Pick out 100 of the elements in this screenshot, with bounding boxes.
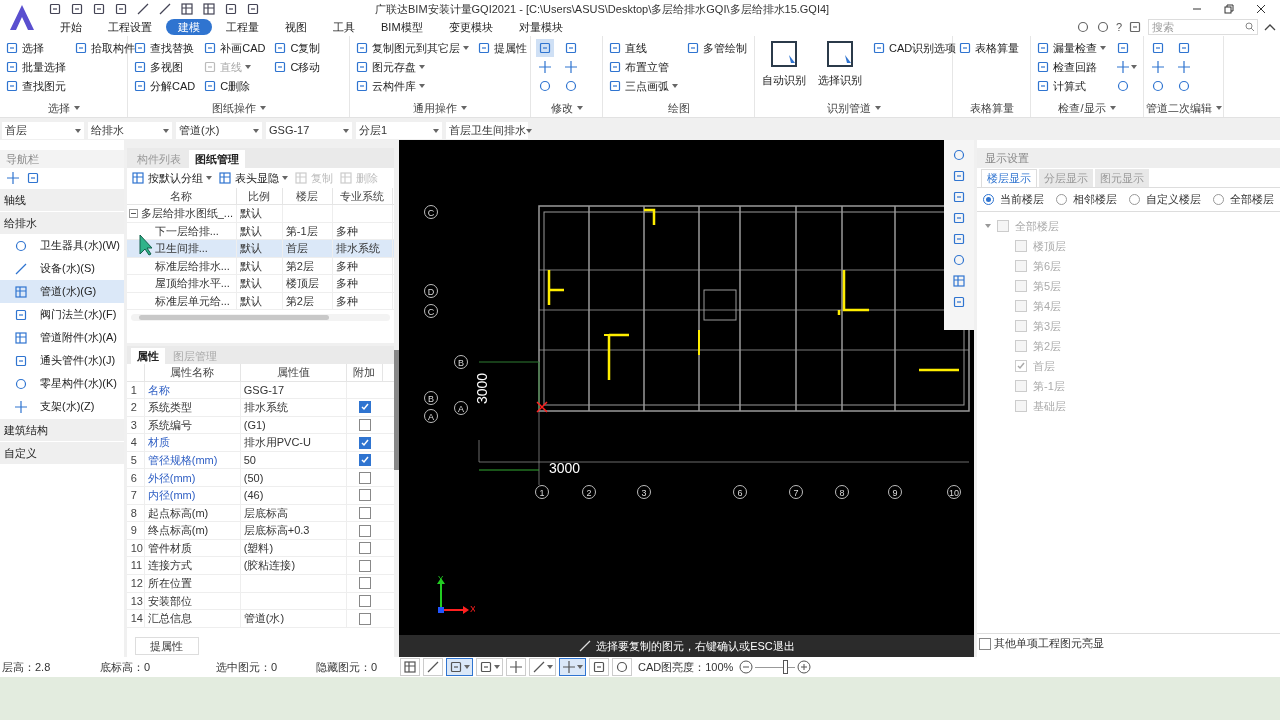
ribbon-button[interactable]: 图元存盘 [355,58,469,76]
ribbon-button[interactable]: 复制图元到其它层 [355,39,469,57]
nav-section[interactable]: 建筑结构 [0,419,124,441]
ribbon-button[interactable]: 批量选择 [5,58,66,76]
ribbon-button[interactable]: 计算式 [1036,77,1106,95]
ribbon-button[interactable]: 云构件库 [355,77,469,95]
menu-tab[interactable]: 开始 [48,19,94,35]
radio-button[interactable] [1129,194,1140,205]
view-tool-button[interactable] [559,658,586,676]
extract-button[interactable]: 提属性 [134,637,199,655]
checkbox[interactable] [358,524,371,537]
tool-button[interactable] [536,39,554,57]
view-tool-button[interactable] [529,658,556,676]
view-tool-button[interactable] [400,658,420,676]
nav-item[interactable]: 零星构件(水)(K) [0,372,124,395]
tool-button[interactable] [1114,58,1139,76]
horizontal-scrollbar[interactable] [130,314,391,321]
nav-section[interactable]: 轴线 [0,189,124,211]
menu-tab[interactable]: 对量模块 [506,19,575,35]
nav-item[interactable]: 卫生器具(水)(W) [0,234,124,257]
ribbon-button[interactable]: 分解CAD [133,77,196,95]
expand-icon[interactable] [985,223,991,229]
dropdown-field[interactable]: GSG-17 [266,122,352,139]
radio-label[interactable]: 全部楼层 [1230,191,1274,208]
menu-tab[interactable]: 工程量 [214,19,271,35]
radio-button[interactable] [1056,194,1067,205]
dropdown-field[interactable]: 首层 [2,122,84,139]
checkbox[interactable] [1015,320,1027,332]
tool-button[interactable] [1175,58,1193,76]
radio-label[interactable]: 自定义楼层 [1146,191,1201,208]
view-tool-button[interactable] [446,658,473,676]
menu-tab[interactable]: 变更模块 [436,19,505,35]
checkbox[interactable] [1015,340,1027,352]
checkbox[interactable] [358,436,371,449]
menu-tab[interactable]: 视图 [273,19,319,35]
panel-tab[interactable]: 图纸管理 [188,150,245,168]
checkbox[interactable] [1015,300,1027,312]
checkbox[interactable] [358,542,371,555]
checkbox[interactable] [997,220,1009,232]
view-tool-button[interactable] [589,658,609,676]
nav-item[interactable]: 通头管件(水)(J) [0,349,124,372]
ribbon-button[interactable]: 提属性 [477,39,527,57]
zoom-out-icon[interactable] [739,660,754,674]
radio-label[interactable]: 当前楼层 [1000,191,1044,208]
checkbox[interactable] [1015,400,1027,412]
ribbon-button[interactable]: 查找图元 [5,77,66,95]
collapse-icon[interactable] [1264,23,1276,31]
menu-tab[interactable]: 工程设置 [96,19,164,35]
collapse-toggle[interactable] [128,208,138,218]
checkbox[interactable] [1015,380,1027,392]
ribbon-button[interactable]: 直线 [608,39,678,57]
search-field[interactable]: 搜索 [1148,19,1258,36]
ribbon-button[interactable]: 选择 [5,39,66,57]
ribbon-button[interactable]: 三点画弧 [608,77,678,95]
menu-tab[interactable]: 建模 [166,19,212,35]
nav-section[interactable]: 给排水 [0,212,124,234]
ribbon-button[interactable]: 选择识别 [816,39,864,89]
toolbar-button[interactable]: 表头显隐 [217,169,288,187]
dropdown-field[interactable]: 管道(水) [176,122,262,139]
splitter-handle[interactable] [394,350,399,470]
close-icon[interactable] [1256,4,1266,14]
table-row[interactable]: 屋顶给排水平... 默认 楼顶层 多种 [126,275,395,293]
restore-icon[interactable] [1224,4,1234,14]
view-tool-button[interactable] [476,658,503,676]
ribbon-button[interactable]: C复制 [273,39,321,57]
ribbon-button[interactable]: 漏量检查 [1036,39,1106,57]
checkbox[interactable] [358,454,371,467]
checkbox[interactable] [358,471,371,484]
menu-tab[interactable]: 工具 [321,19,367,35]
ribbon-button[interactable]: 多管绘制 [686,39,747,57]
help-button[interactable]: ? [1115,18,1122,36]
nav-item[interactable]: 支架(水)(Z) [0,395,124,418]
table-row[interactable]: 标准层给排水... 默认 第2层 多种 [126,257,395,275]
panel-tab[interactable]: 属性 [130,348,165,364]
checkbox[interactable] [358,419,371,431]
ribbon-button[interactable]: 多视图 [133,58,196,76]
checkbox[interactable] [358,489,371,502]
dropdown-field[interactable]: 分层1 [356,122,442,139]
radio-button[interactable] [1213,194,1224,205]
ribbon-button[interactable]: CAD识别选项 [872,39,957,57]
nav-item[interactable]: 设备(水)(S) [0,257,124,280]
ribbon-button[interactable]: C移动 [273,58,321,76]
tool-button[interactable] [536,58,554,76]
checkbox[interactable] [358,559,371,572]
table-row[interactable]: 多层给排水图纸_... 默认 [126,205,395,223]
checkbox[interactable] [979,637,991,650]
checkbox[interactable] [358,594,371,607]
checkbox[interactable] [358,506,371,519]
ribbon-button[interactable]: 检查回路 [1036,58,1106,76]
ribbon-button[interactable]: 拾取构件 [74,39,135,57]
checkbox[interactable] [358,577,371,590]
table-row[interactable]: 标准层单元给... 默认 第2层 多种 [126,292,395,310]
view-tool-button[interactable] [612,658,632,676]
nav-section[interactable]: 自定义 [0,442,124,464]
checkbox[interactable] [1015,260,1027,272]
nav-item[interactable]: 阀门法兰(水)(F) [0,303,124,326]
nav-item[interactable]: 管道(水)(G) [0,280,124,303]
zoom-in-icon[interactable] [797,660,812,674]
nav-item[interactable]: 管道附件(水)(A) [0,326,124,349]
checkbox[interactable] [1015,280,1027,292]
